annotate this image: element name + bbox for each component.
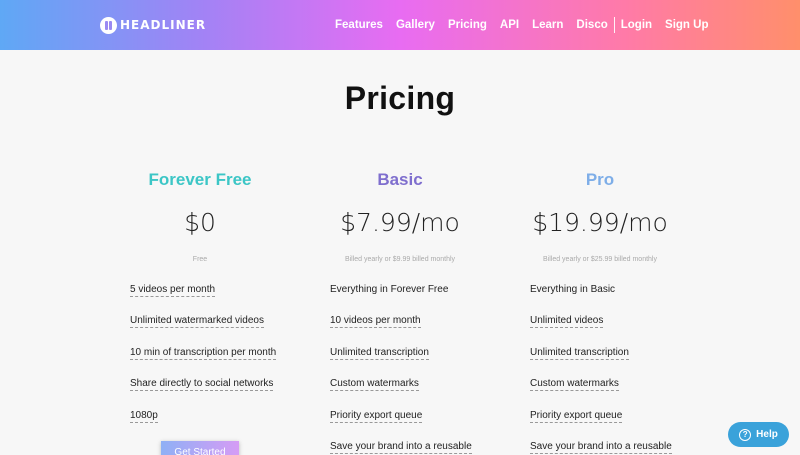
- plan-price: $7.99/mo: [340, 208, 460, 237]
- feature-item: Custom watermarks: [330, 378, 419, 392]
- nav-link-api[interactable]: API: [500, 19, 519, 31]
- feature-item: Save your brand into a reusable: [330, 440, 472, 454]
- feature-item: Unlimited videos: [530, 315, 604, 329]
- nav-link-learn[interactable]: Learn: [532, 19, 563, 31]
- feature-list: Everything in Forever Free 10 videos per…: [330, 283, 530, 455]
- nav-link-disco[interactable]: Disco: [576, 19, 607, 31]
- feature-item: Share directly to social networks: [130, 378, 274, 392]
- feature-item: 10 min of transcription per month: [130, 346, 277, 360]
- nav-divider: [613, 17, 615, 33]
- plan-basic: Basic $7.99/mo Billed yearly or $9.99 bi…: [300, 170, 500, 454]
- question-circle-icon: ?: [739, 428, 752, 441]
- plan-price: $0: [184, 208, 216, 237]
- plan-price: $19.99/mo: [532, 208, 668, 237]
- plan-forever-free: Forever Free $0 Free 5 videos per month …: [100, 170, 300, 423]
- feature-item: 5 videos per month: [130, 284, 216, 297]
- top-navbar: HEADLINER Features Gallery Pricing API L…: [0, 0, 800, 50]
- plan-billing-note: Billed yearly or $9.99 billed monthly: [344, 256, 456, 263]
- get-started-button[interactable]: Get Started: [161, 441, 239, 455]
- plan-pro: Pro $19.99/mo Billed yearly or $25.99 bi…: [500, 170, 700, 454]
- feature-item: Unlimited transcription: [330, 346, 429, 360]
- feature-item: Priority export queue: [530, 409, 623, 423]
- signup-link[interactable]: Sign Up: [665, 19, 708, 31]
- feature-item: Priority export queue: [330, 409, 423, 423]
- nav-link-pricing[interactable]: Pricing: [448, 19, 487, 31]
- nav-links: Features Gallery Pricing API Learn Disco…: [335, 17, 722, 33]
- feature-item: Save your brand into a reusable: [530, 440, 672, 454]
- feature-item: Everything in Basic: [530, 284, 616, 295]
- headliner-logo[interactable]: HEADLINER: [100, 16, 206, 34]
- plan-billing-note: Free: [192, 256, 208, 263]
- feature-list: Everything in Basic Unlimited videos Unl…: [530, 283, 730, 455]
- page-title: Pricing: [344, 80, 456, 116]
- nav-link-gallery[interactable]: Gallery: [396, 19, 435, 31]
- login-link[interactable]: Login: [621, 19, 652, 31]
- plan-name: Basic: [377, 170, 423, 189]
- plan-name: Pro: [585, 170, 615, 189]
- feature-item: 1080p: [130, 409, 158, 423]
- feature-item: Custom watermarks: [530, 378, 619, 392]
- feature-item: Everything in Forever Free: [330, 284, 449, 295]
- feature-item: Unlimited transcription: [530, 346, 629, 360]
- nav-link-features[interactable]: Features: [335, 19, 383, 31]
- help-button[interactable]: ? Help: [728, 422, 789, 447]
- plan-name: Forever Free: [148, 170, 252, 189]
- help-label: Help: [756, 429, 778, 440]
- headliner-logo-icon: [100, 16, 117, 34]
- plan-billing-note: Billed yearly or $25.99 billed monthly: [542, 256, 657, 263]
- feature-item: Unlimited watermarked videos: [130, 315, 264, 329]
- feature-list: 5 videos per month Unlimited watermarked…: [130, 283, 330, 440]
- feature-item: 10 videos per month: [330, 315, 421, 329]
- brand-name: HEADLINER: [120, 18, 207, 32]
